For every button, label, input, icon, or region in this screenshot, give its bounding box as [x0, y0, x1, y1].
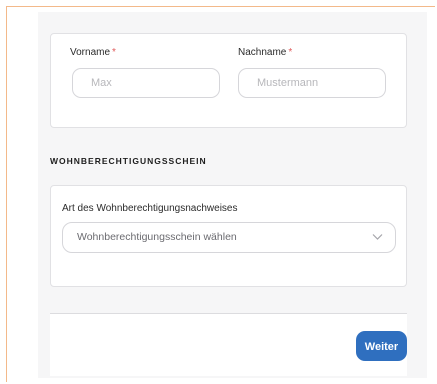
- form-footer: Weiter: [50, 314, 407, 376]
- name-card: Vorname * Max Nachname * Mustermann: [50, 33, 407, 128]
- wbs-type-label: Art des Wohnberechtigungsnachweises: [62, 203, 238, 214]
- last-name-label: Nachname *: [238, 47, 293, 58]
- form-panel: Vorname * Max Nachname * Mustermann WOHNBE…: [38, 12, 427, 378]
- first-name-placeholder: Max: [91, 77, 112, 89]
- first-name-label: Vorname *: [70, 47, 116, 58]
- next-button[interactable]: Weiter: [356, 331, 407, 361]
- wbs-select-placeholder: Wohnberechtigungsschein wählen: [77, 231, 237, 243]
- section-title: WOHNBERECHTIGUNGSSCHEIN: [50, 156, 207, 166]
- chevron-down-icon: [372, 234, 383, 240]
- wbs-card: Art des Wohnberechtigungsnachweises Wohn…: [50, 185, 407, 287]
- wbs-type-select[interactable]: Wohnberechtigungsschein wählen: [62, 222, 396, 253]
- required-marker: *: [112, 47, 116, 58]
- first-name-input[interactable]: Max: [72, 68, 220, 98]
- last-name-input[interactable]: Mustermann: [238, 68, 386, 98]
- last-name-placeholder: Mustermann: [257, 77, 319, 89]
- required-marker: *: [288, 47, 293, 58]
